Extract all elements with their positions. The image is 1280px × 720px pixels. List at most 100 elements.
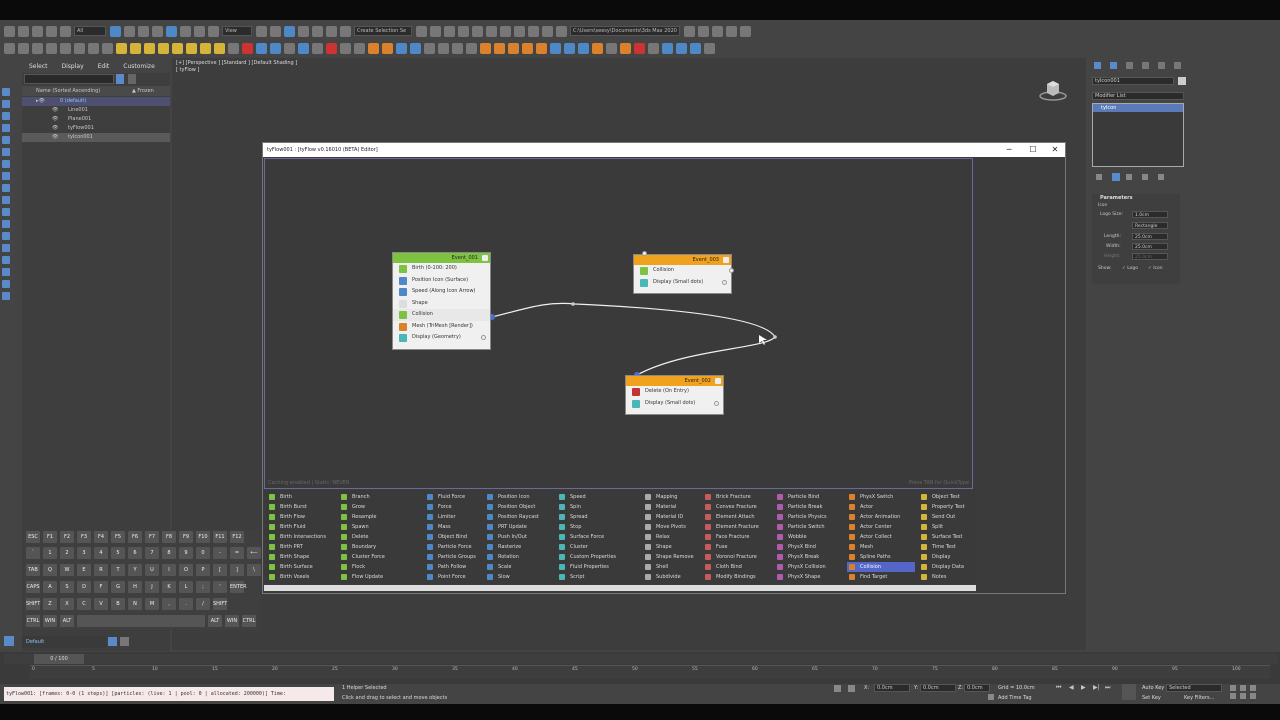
- layer-dropdown[interactable]: Default: [22, 636, 106, 648]
- menu-select[interactable]: Select: [22, 61, 55, 73]
- sync-icon[interactable]: [740, 25, 751, 37]
- globe-icon[interactable]: [410, 42, 421, 54]
- maxscript-listener[interactable]: tyFlow001: [frames: 0-0 (1 steps)] [part…: [4, 687, 334, 701]
- select-rotate-icon[interactable]: [180, 25, 191, 37]
- key-set-dropdown[interactable]: Selected: [1166, 684, 1222, 692]
- palette-item[interactable]: Split: [919, 522, 965, 532]
- undo-icon[interactable]: [4, 25, 15, 37]
- keyboard-key[interactable]: L: [179, 581, 193, 593]
- keyboard-key[interactable]: H: [128, 581, 142, 593]
- display-cameras-icon[interactable]: [2, 160, 10, 168]
- operator-row[interactable]: Display (Small dots): [634, 277, 731, 289]
- tyflow-rope-icon[interactable]: [578, 42, 589, 54]
- keyboard-key[interactable]: K: [162, 581, 176, 593]
- system-icon[interactable]: [284, 42, 295, 54]
- list-item[interactable]: 👁 tyIcon001: [22, 133, 170, 142]
- spacebar-key[interactable]: [77, 615, 205, 627]
- palette-item[interactable]: Birth Intersections: [267, 532, 326, 542]
- palette-item[interactable]: Spin: [557, 502, 616, 512]
- workspace-icon[interactable]: [698, 25, 709, 37]
- palette-item[interactable]: Spawn: [339, 522, 385, 532]
- display-invert-icon[interactable]: [2, 112, 10, 120]
- operator-row[interactable]: Delete (On Entry): [626, 386, 723, 398]
- list-item[interactable]: 👁 Line001: [22, 106, 170, 115]
- display-bones-icon[interactable]: [2, 220, 10, 228]
- particle-icon[interactable]: [242, 42, 253, 54]
- help-circle-icon[interactable]: [354, 42, 365, 54]
- palette-item[interactable]: Cluster: [557, 542, 616, 552]
- named-selection-dropdown[interactable]: Create Selection Se: [354, 26, 412, 36]
- scene-explorer-icon[interactable]: [458, 25, 469, 37]
- palette-item[interactable]: Slow: [485, 572, 539, 582]
- tyflow-sync-icon[interactable]: [662, 42, 673, 54]
- eye-icon[interactable]: ▸👁: [36, 97, 45, 106]
- keyboard-key[interactable]: F11: [213, 531, 227, 543]
- palette-item[interactable]: Cloth Bind: [703, 562, 759, 572]
- palette-item[interactable]: PhysX Break: [775, 552, 827, 562]
- selection-filter-dropdown[interactable]: All: [74, 26, 106, 36]
- tyflow-wheel-icon[interactable]: [648, 42, 659, 54]
- object-name-field[interactable]: tyIcon001: [1092, 77, 1174, 85]
- keyboard-key[interactable]: F10: [196, 531, 210, 543]
- palette-item[interactable]: Fluid Force: [425, 492, 476, 502]
- display-xrefs-icon[interactable]: [2, 208, 10, 216]
- lock-icon[interactable]: [715, 378, 721, 384]
- width-spinner[interactable]: 25.0cm: [1132, 243, 1168, 250]
- keyboard-key[interactable]: SHIFT: [26, 598, 40, 610]
- pause-icon[interactable]: [438, 42, 449, 54]
- motion-tab-icon[interactable]: [1142, 62, 1149, 69]
- time-slider[interactable]: 0 / 100: [34, 654, 84, 664]
- z-coordinate-field[interactable]: 0.0cm: [964, 684, 990, 692]
- tyflow-mesh-icon[interactable]: [536, 42, 547, 54]
- keyboard-key[interactable]: [: [213, 564, 227, 576]
- target-icon[interactable]: [340, 42, 351, 54]
- shape-dropdown[interactable]: Rectangle: [1132, 222, 1168, 229]
- palette-item[interactable]: Send Out: [919, 512, 965, 522]
- keyboard-shortcut-icon[interactable]: [270, 25, 281, 37]
- keyboard-key[interactable]: F2: [60, 531, 74, 543]
- output-port[interactable]: [729, 268, 734, 273]
- palette-scrollbar[interactable]: [264, 585, 976, 591]
- keyboard-key[interactable]: C: [77, 598, 91, 610]
- keyboard-key[interactable]: F1: [43, 531, 57, 543]
- palette-item[interactable]: Object Bind: [425, 532, 476, 542]
- rect-selection-icon[interactable]: [138, 25, 149, 37]
- palette-item[interactable]: Speed: [557, 492, 616, 502]
- auto-key-button[interactable]: Auto Key: [1142, 684, 1164, 692]
- placement-icon[interactable]: [208, 25, 219, 37]
- close-button[interactable]: ✕: [1045, 143, 1065, 157]
- percent-snap-icon[interactable]: [312, 25, 323, 37]
- keyboard-key[interactable]: N: [128, 598, 142, 610]
- keyboard-key[interactable]: B: [111, 598, 125, 610]
- zoom-icon[interactable]: [1230, 685, 1236, 691]
- key-mode-icon[interactable]: [1122, 684, 1136, 700]
- keyboard-key[interactable]: F: [94, 581, 108, 593]
- palette-item[interactable]: Find Target: [847, 572, 915, 582]
- palette-item[interactable]: Actor Collect: [847, 532, 915, 542]
- display-filter-icon[interactable]: [2, 268, 10, 276]
- redo-icon[interactable]: [18, 25, 29, 37]
- palette-item[interactable]: PhysX Switch: [847, 492, 915, 502]
- lock-icon[interactable]: [723, 257, 729, 263]
- tyflow-splat-icon[interactable]: [620, 42, 631, 54]
- spinner-snap-icon[interactable]: [326, 25, 337, 37]
- display-all-icon[interactable]: [2, 100, 10, 108]
- cylinder-icon[interactable]: [130, 42, 141, 54]
- keyboard-key[interactable]: M: [145, 598, 159, 610]
- display-tab-icon[interactable]: [1158, 62, 1165, 69]
- operator-row[interactable]: Position Icon (Surface): [393, 275, 490, 287]
- window-crossing-icon[interactable]: [152, 25, 163, 37]
- save-icon[interactable]: [18, 42, 29, 54]
- palette-item[interactable]: Relax: [643, 532, 694, 542]
- material-editor-icon[interactable]: [500, 25, 511, 37]
- keyboard-key[interactable]: WIN: [43, 615, 57, 627]
- palette-item[interactable]: Subdivide: [643, 572, 694, 582]
- stop-icon[interactable]: [452, 42, 463, 54]
- keyboard-key[interactable]: R: [94, 564, 108, 576]
- keyboard-key[interactable]: Z: [43, 598, 57, 610]
- sky-icon[interactable]: [298, 42, 309, 54]
- wire-node[interactable]: [773, 335, 777, 339]
- palette-item[interactable]: Rasterize: [485, 542, 539, 552]
- angle-snap-icon[interactable]: [298, 25, 309, 37]
- utilities-tab-icon[interactable]: [1174, 62, 1181, 69]
